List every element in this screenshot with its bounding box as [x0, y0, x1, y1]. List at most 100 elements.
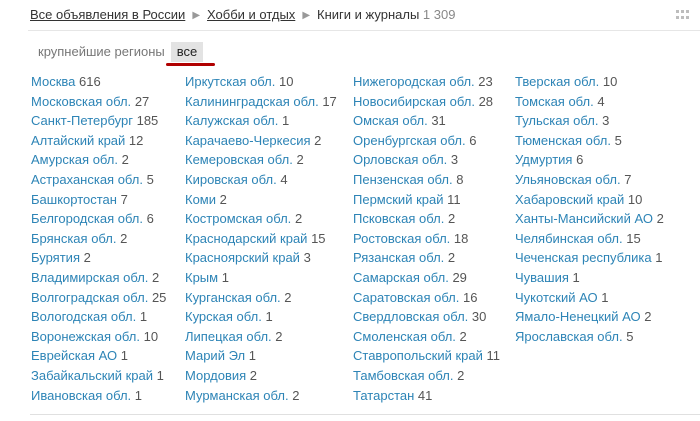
region-link[interactable]: Вологодская обл. 1: [31, 307, 166, 327]
region-link[interactable]: Мордовия 2: [185, 366, 337, 386]
filter-all-regions[interactable]: все: [170, 42, 204, 62]
region-link[interactable]: Оренбургская обл. 6: [353, 131, 500, 151]
region-count: 2: [294, 211, 303, 227]
region-count: 1: [282, 113, 290, 129]
region-link[interactable]: Волгоградская обл. 25: [31, 288, 166, 308]
region-name: Забайкальский край: [31, 367, 154, 383]
region-link[interactable]: Калужская обл. 1: [185, 111, 337, 131]
region-link[interactable]: Красноярский край 3: [185, 248, 337, 268]
region-link[interactable]: Башкортостан 7: [31, 190, 166, 210]
region-link[interactable]: Марий Эл 1: [185, 346, 337, 366]
region-link[interactable]: Амурская обл. 2: [31, 150, 166, 170]
region-link[interactable]: Костромская обл. 2: [185, 209, 337, 229]
region-name: Ивановская обл.: [31, 387, 132, 403]
region-name: Татарстан: [353, 387, 415, 403]
region-link[interactable]: Нижегородская обл. 23: [353, 72, 500, 92]
region-link[interactable]: Воронежская обл. 10: [31, 327, 166, 347]
region-name: Нижегородская обл.: [353, 74, 475, 89]
region-link[interactable]: Санкт-Петербург 185: [31, 111, 166, 131]
region-link[interactable]: Томская обл. 4: [515, 92, 664, 112]
region-link[interactable]: Курская обл. 1: [185, 307, 337, 327]
region-link[interactable]: Мурманская обл. 2: [185, 386, 337, 406]
region-link[interactable]: Брянская обл. 2: [31, 229, 166, 249]
region-link[interactable]: Свердловская обл. 30: [353, 307, 500, 327]
region-count: 2: [459, 328, 467, 344]
region-count: 2: [314, 132, 322, 148]
region-name: Карачаево-Черкесия: [185, 132, 311, 148]
region-count: 4: [280, 171, 288, 187]
grid-view-icon[interactable]: [676, 10, 690, 20]
region-count: 5: [614, 132, 622, 148]
region-link[interactable]: Калининградская обл. 17: [185, 92, 337, 112]
region-link[interactable]: Чукотский АО 1: [515, 288, 664, 308]
chevron-right-icon: ▶: [302, 10, 311, 21]
region-link[interactable]: Чеченская республика 1: [515, 248, 664, 268]
region-name: Калининградская обл.: [185, 93, 319, 109]
region-link[interactable]: Алтайский край 12: [31, 131, 166, 151]
region-link[interactable]: Московская обл. 27: [31, 92, 166, 112]
region-name: Краснодарский край: [185, 230, 308, 246]
region-link[interactable]: Татарстан 41: [353, 386, 500, 406]
region-link[interactable]: Омская обл. 31: [353, 111, 500, 131]
region-count: 15: [311, 230, 326, 246]
region-link[interactable]: Ярославская обл. 5: [515, 327, 664, 347]
region-name: Тульская обл.: [515, 113, 599, 129]
region-link[interactable]: Самарская обл. 29: [353, 268, 500, 288]
region-link[interactable]: Саратовская обл. 16: [353, 288, 500, 308]
region-count: 1: [120, 348, 129, 364]
region-link[interactable]: Пензенская обл. 8: [353, 170, 500, 190]
region-link[interactable]: Смоленская обл. 2: [353, 327, 500, 347]
region-link[interactable]: Новосибирская обл. 28: [353, 92, 500, 112]
breadcrumb-all-ads[interactable]: Все объявления в России: [30, 7, 185, 22]
region-link[interactable]: Кемеровская обл. 2: [185, 150, 337, 170]
region-link[interactable]: Ульяновская обл. 7: [515, 170, 664, 190]
region-link[interactable]: Хабаровский край 10: [515, 190, 664, 210]
region-link[interactable]: Краснодарский край 15: [185, 229, 337, 249]
region-link[interactable]: Тверская обл. 10: [515, 72, 664, 92]
region-link[interactable]: Крым 1: [185, 268, 337, 288]
region-link[interactable]: Белгородская обл. 6: [31, 209, 166, 229]
region-link[interactable]: Забайкальский край 1: [31, 366, 166, 386]
region-name: Коми: [185, 191, 217, 207]
region-name: Калужская обл.: [185, 113, 279, 129]
region-link[interactable]: Тамбовская обл. 2: [353, 366, 500, 386]
region-count: 2: [284, 289, 292, 305]
filter-biggest-regions[interactable]: крупнейшие регионы: [32, 42, 171, 62]
region-link[interactable]: Еврейская АО 1: [31, 346, 166, 366]
region-link[interactable]: Чувашия 1: [515, 268, 664, 288]
region-link[interactable]: Ямало-Ненецкий АО 2: [515, 307, 664, 327]
region-link[interactable]: Ханты-Мансийский АО 2: [515, 209, 664, 229]
regions-column: Нижегородская обл. 23 Новосибирская обл. …: [353, 72, 500, 405]
region-link[interactable]: Москва 616: [31, 72, 166, 92]
region-link[interactable]: Тульская обл. 3: [515, 111, 664, 131]
region-link[interactable]: Тюменская обл. 5: [515, 131, 664, 151]
region-link[interactable]: Астраханская обл. 5: [31, 170, 166, 190]
region-link[interactable]: Пермский край 11: [353, 190, 500, 210]
region-link[interactable]: Ростовская обл. 18: [353, 229, 500, 249]
region-link[interactable]: Иркутская обл. 10: [185, 72, 337, 92]
region-link[interactable]: Ставропольский край 11: [353, 346, 500, 366]
region-link[interactable]: Курганская обл. 2: [185, 288, 337, 308]
region-count: 6: [146, 211, 154, 227]
region-name: Московская обл.: [31, 93, 132, 109]
region-count: 30: [471, 309, 487, 325]
region-count: 27: [134, 93, 150, 109]
region-link[interactable]: Коми 2: [185, 190, 337, 210]
region-link[interactable]: Орловская обл. 3: [353, 150, 500, 170]
region-link[interactable]: Владимирская обл. 2: [31, 268, 166, 288]
region-name: Мурманская обл.: [185, 387, 289, 403]
region-link[interactable]: Карачаево-Черкесия 2: [185, 131, 337, 151]
breadcrumb-hobby[interactable]: Хобби и отдых: [207, 7, 295, 22]
region-count: 18: [453, 230, 469, 246]
region-link[interactable]: Челябинская обл. 15: [515, 229, 664, 249]
region-link[interactable]: Бурятия 2: [31, 248, 166, 268]
region-link[interactable]: Псковская обл. 2: [353, 209, 500, 229]
region-link[interactable]: Удмуртия 6: [515, 150, 664, 170]
region-name: Новосибирская обл.: [353, 93, 475, 109]
region-link[interactable]: Липецкая обл. 2: [185, 327, 337, 347]
region-link[interactable]: Рязанская обл. 2: [353, 248, 500, 268]
region-name: Омская обл.: [353, 113, 428, 129]
region-link[interactable]: Кировская обл. 4: [185, 170, 337, 190]
region-filter: крупнейшие регионы все: [32, 42, 204, 62]
region-link[interactable]: Ивановская обл. 1: [31, 386, 166, 406]
